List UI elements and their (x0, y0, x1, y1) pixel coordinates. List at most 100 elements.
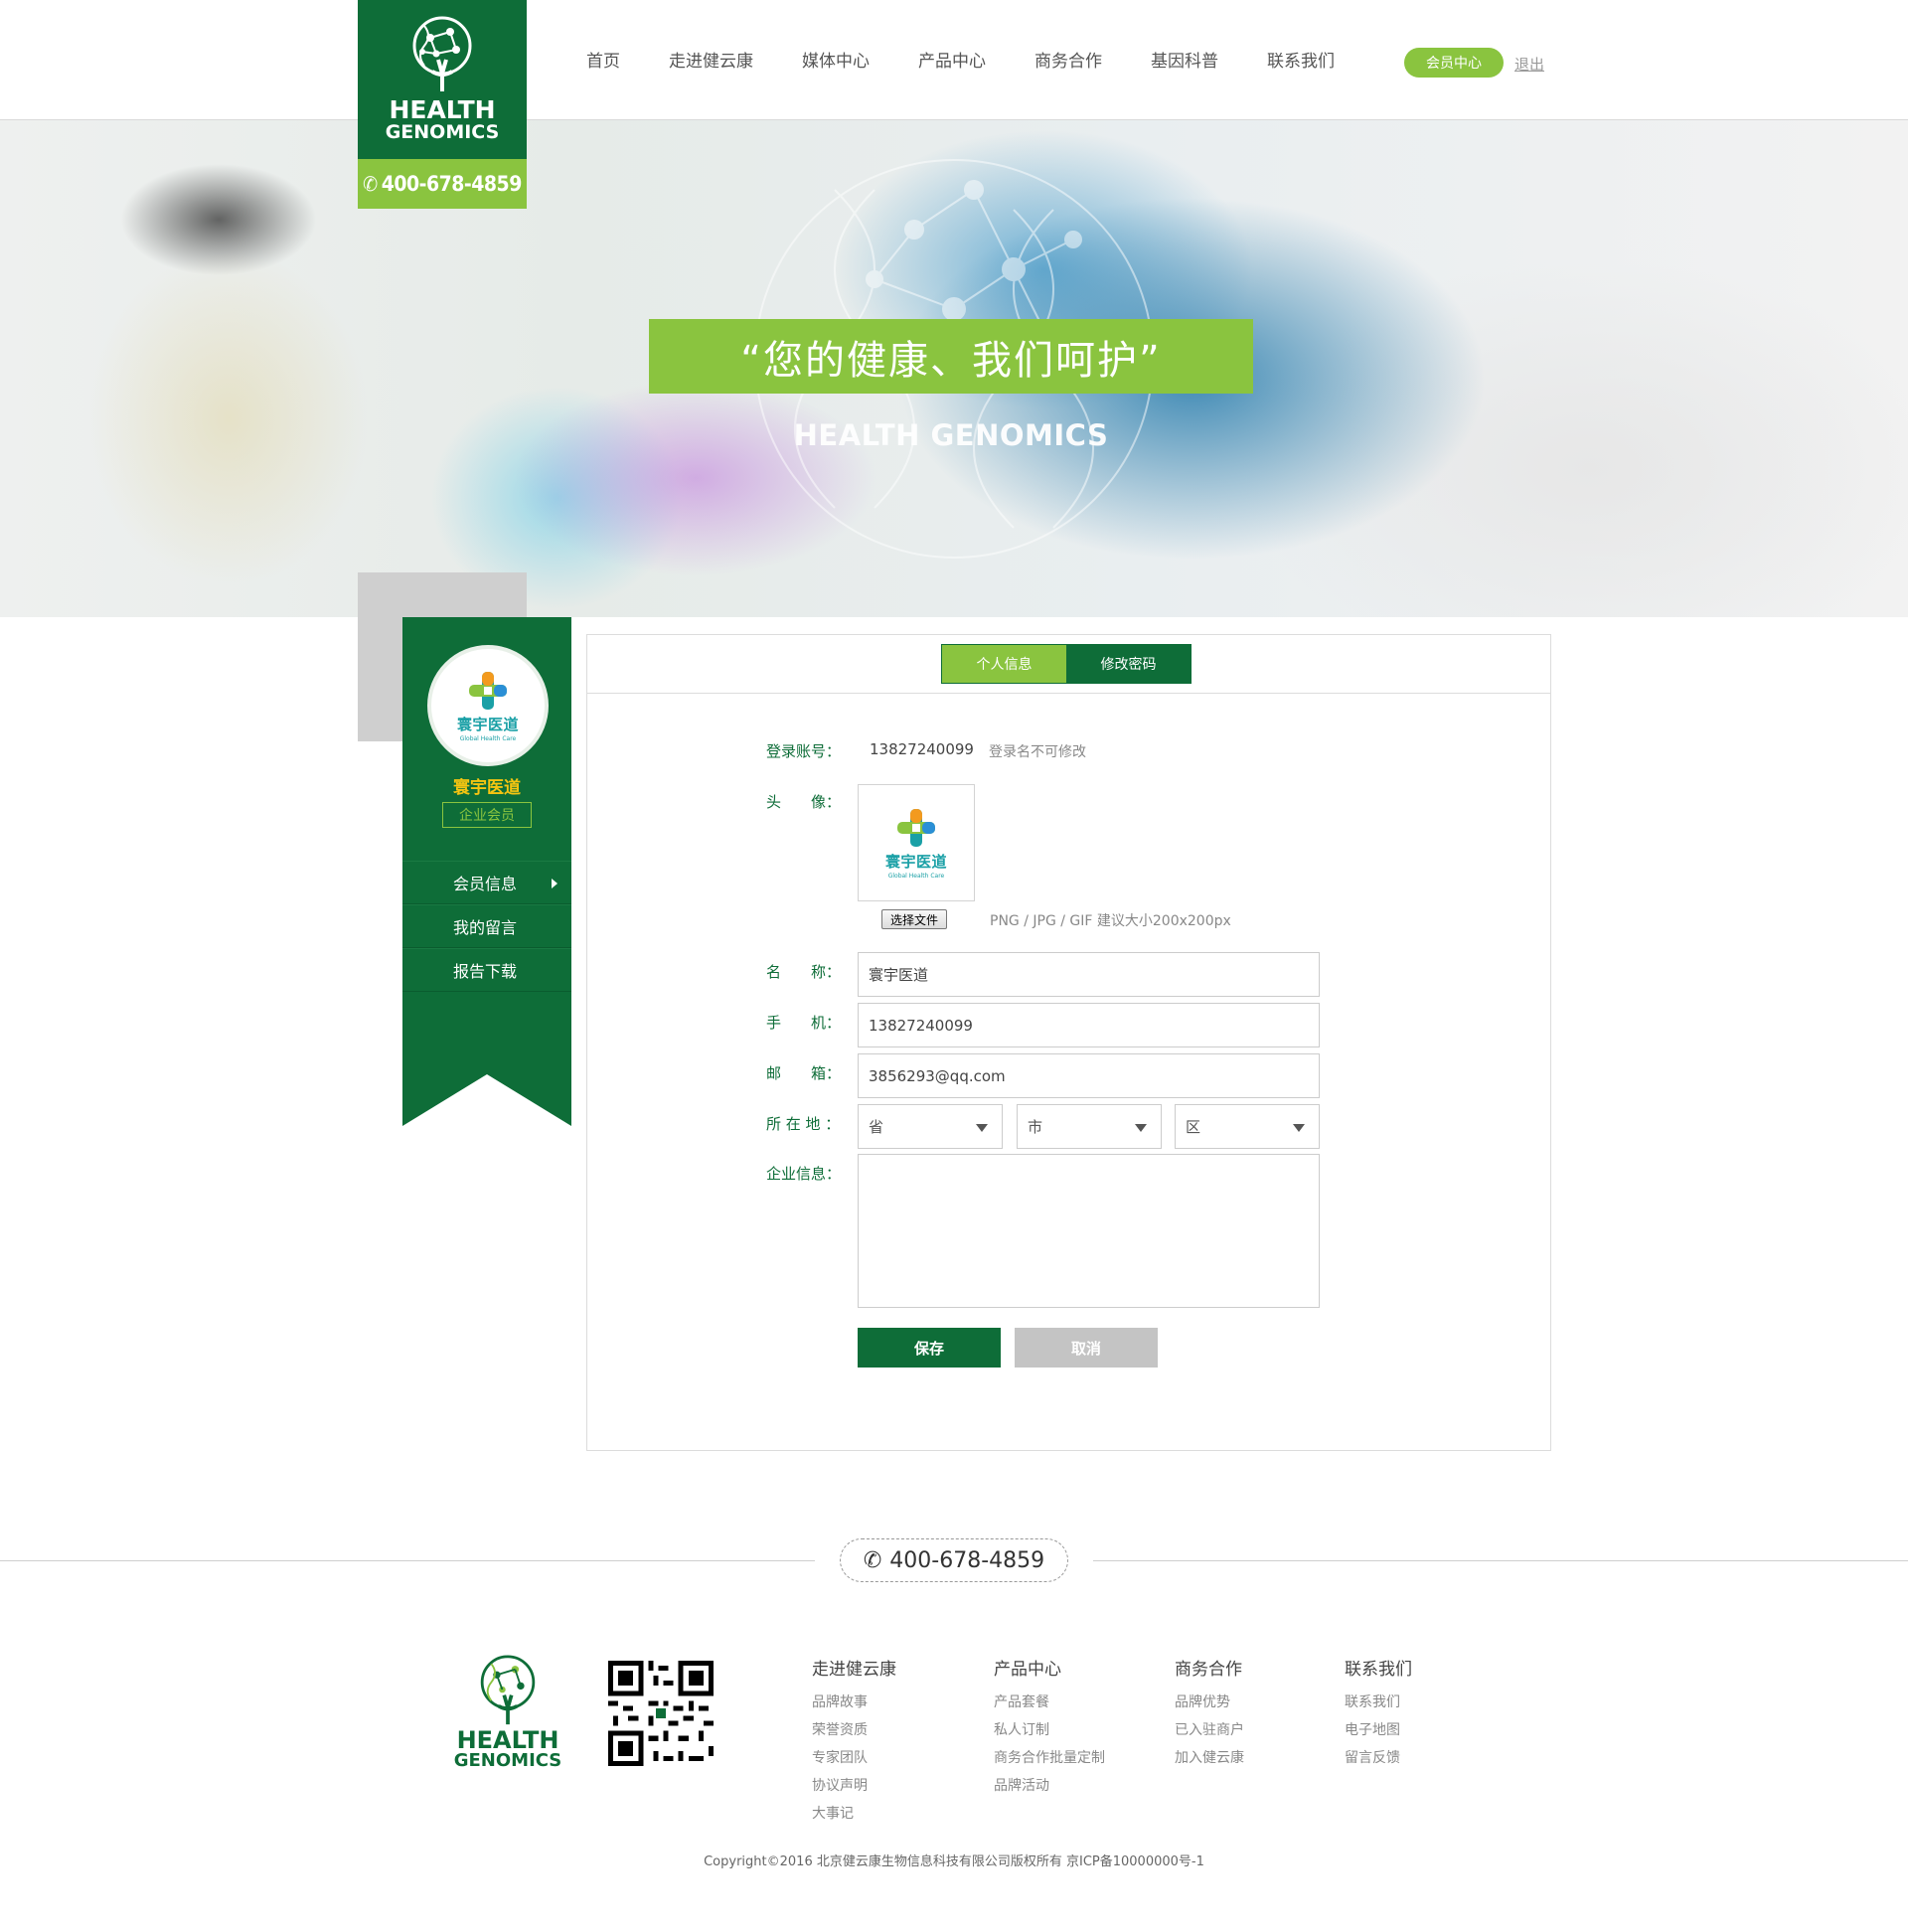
nav-about[interactable]: 走进健云康 (669, 47, 753, 72)
profile-tabs: 个人信息 修改密码 (941, 644, 1192, 684)
nav-products[interactable]: 产品中心 (918, 47, 986, 72)
location-label: 所 在 地 ： (766, 1115, 841, 1133)
footer-link[interactable]: 加入健云康 (1175, 1744, 1244, 1772)
avatar-preview: 寰宇医道 Global Health Care (858, 784, 975, 901)
email-label: 邮 箱： (766, 1064, 842, 1082)
brand-name-cn: 寰宇医道 (884, 852, 947, 871)
brand-name-en: Global Health Care (887, 872, 945, 880)
logo-line1: HEALTH (389, 95, 496, 124)
nav-home[interactable]: 首页 (586, 47, 620, 72)
name-label: 名 称： (766, 963, 842, 981)
tab-change-password[interactable]: 修改密码 (1066, 645, 1191, 683)
footer-link[interactable]: 已入驻商户 (1175, 1716, 1244, 1744)
phone-field[interactable]: 13827240099 (858, 1003, 1320, 1047)
sidebar-item-member-info[interactable]: 会员信息 (402, 861, 571, 904)
medical-cross-icon (468, 671, 507, 710)
member-type-badge: 企业会员 (442, 802, 532, 828)
company-info-textarea[interactable] (858, 1154, 1320, 1308)
city-select[interactable]: 市 (1017, 1104, 1162, 1149)
phone-icon: ✆ (363, 172, 378, 196)
footer-col-contact: 联系我们 联系我们 电子地图 留言反馈 (1345, 1655, 1412, 1772)
caret-down-icon (1293, 1124, 1305, 1132)
footer-link[interactable]: 产品套餐 (994, 1689, 1105, 1716)
footer-col-title: 联系我们 (1345, 1660, 1412, 1680)
footer-link[interactable]: 协议声明 (812, 1772, 896, 1800)
footer-link[interactable]: 大事记 (812, 1800, 896, 1828)
footer-col-business: 商务合作 品牌优势 已入驻商户 加入健云康 (1175, 1655, 1244, 1772)
nav-science[interactable]: 基因科普 (1151, 47, 1218, 72)
file-hint: PNG / JPG / GIF 建议大小200x200px (990, 913, 1231, 929)
footer-divider-right (1093, 1560, 1908, 1561)
profile-panel: 个人信息 修改密码 登录账号： 13827240099 登录名不可修改 头 像：… (586, 634, 1551, 1451)
member-sidebar: 寰宇医道 Global Health Care 寰宇医道 企业会员 会员信息 我… (402, 617, 571, 1126)
name-field[interactable]: 寰宇医道 (858, 952, 1320, 997)
hero-slogan: “您的健康、我们呵护” (649, 319, 1253, 394)
footer-col-title: 商务合作 (1175, 1660, 1242, 1680)
account-label: 登录账号： (766, 742, 842, 760)
district-select[interactable]: 区 (1175, 1104, 1320, 1149)
qr-code-icon (608, 1661, 714, 1766)
company-info-label: 企业信息： (766, 1165, 842, 1183)
logout-link[interactable]: 退出 (1514, 54, 1544, 75)
header-phone-number: 400-678-4859 (381, 172, 523, 196)
choose-file-button[interactable]: 选择文件 (881, 909, 947, 929)
brand-name-cn: 寰宇医道 (456, 715, 519, 733)
footer-link[interactable]: 留言反馈 (1345, 1744, 1412, 1772)
nav-contact[interactable]: 联系我们 (1267, 47, 1335, 72)
footer-link[interactable]: 专家团队 (812, 1744, 896, 1772)
nav-media[interactable]: 媒体中心 (802, 47, 870, 72)
hero-banner: “您的健康、我们呵护” HEALTH GENOMICS (0, 120, 1908, 617)
chevron-right-icon (552, 879, 557, 888)
footer-logo-line2: GENOMICS (453, 1750, 562, 1771)
footer-col-title: 产品中心 (994, 1660, 1061, 1680)
footer-link[interactable]: 商务合作批量定制 (994, 1744, 1105, 1772)
province-value: 省 (869, 1118, 884, 1136)
member-avatar: 寰宇医道 Global Health Care (427, 645, 549, 766)
save-button[interactable]: 保存 (858, 1328, 1001, 1368)
district-value: 区 (1186, 1118, 1201, 1136)
footer-link[interactable]: 荣誉资质 (812, 1716, 896, 1744)
tree-logo-icon (402, 16, 482, 93)
site-logo[interactable]: HEALTH GENOMICS ✆ 400-678-4859 (358, 0, 527, 209)
tab-personal-info[interactable]: 个人信息 (942, 645, 1066, 683)
footer-link[interactable]: 品牌故事 (812, 1689, 896, 1716)
footer-link[interactable]: 品牌优势 (1175, 1689, 1244, 1716)
phone-icon: ✆ (863, 1547, 882, 1573)
sidebar-item-label: 报告下载 (453, 962, 518, 981)
medical-cross-icon (896, 808, 935, 847)
member-center-button[interactable]: 会员中心 (1404, 48, 1504, 78)
footer-logo-line1: HEALTH (456, 1726, 559, 1754)
footer-col-title: 走进健云康 (812, 1660, 896, 1680)
logo-line2: GENOMICS (385, 121, 500, 143)
panel-header: 个人信息 修改密码 (587, 635, 1550, 694)
footer-col-products: 产品中心 产品套餐 私人订制 商务合作批量定制 品牌活动 (994, 1655, 1105, 1800)
caret-down-icon (1135, 1124, 1147, 1132)
sidebar-menu: 会员信息 我的留言 报告下载 (402, 861, 571, 992)
header-phone[interactable]: ✆ 400-678-4859 (358, 159, 527, 209)
footer-col-about: 走进健云康 品牌故事 荣誉资质 专家团队 协议声明 大事记 (812, 1655, 896, 1828)
sidebar-item-report-download[interactable]: 报告下载 (402, 948, 571, 992)
brand-name-en: Global Health Care (459, 734, 517, 742)
nav-business[interactable]: 商务合作 (1034, 47, 1102, 72)
cancel-button[interactable]: 取消 (1015, 1328, 1158, 1368)
email-field[interactable]: 3856293@qq.com (858, 1053, 1320, 1098)
account-value: 13827240099 (870, 740, 974, 758)
member-name: 寰宇医道 (453, 778, 521, 798)
main-nav: 首页 走进健云康 媒体中心 产品中心 商务合作 基因科普 联系我们 (586, 47, 1383, 72)
footer-link[interactable]: 联系我们 (1345, 1689, 1412, 1716)
ribbon-notch (402, 1074, 571, 1126)
footer-divider-left (0, 1560, 815, 1561)
footer-logo[interactable]: HEALTH GENOMICS (453, 1655, 562, 1771)
footer-link[interactable]: 私人订制 (994, 1716, 1105, 1744)
footer-link[interactable]: 电子地图 (1345, 1716, 1412, 1744)
copyright-text: Copyright©2016 北京健云康生物信息科技有限公司版权所有 京ICP备… (704, 1854, 1204, 1869)
sidebar-item-my-messages[interactable]: 我的留言 (402, 904, 571, 948)
tree-logo-icon (480, 1655, 536, 1725)
sidebar-item-label: 会员信息 (453, 875, 518, 893)
footer-phone-number: 400-678-4859 (889, 1547, 1045, 1573)
province-select[interactable]: 省 (858, 1104, 1003, 1149)
sidebar-item-label: 我的留言 (453, 918, 518, 937)
footer-phone[interactable]: ✆ 400-678-4859 (840, 1538, 1068, 1582)
footer-link[interactable]: 品牌活动 (994, 1772, 1105, 1800)
hero-subtitle: HEALTH GENOMICS (793, 418, 1109, 452)
